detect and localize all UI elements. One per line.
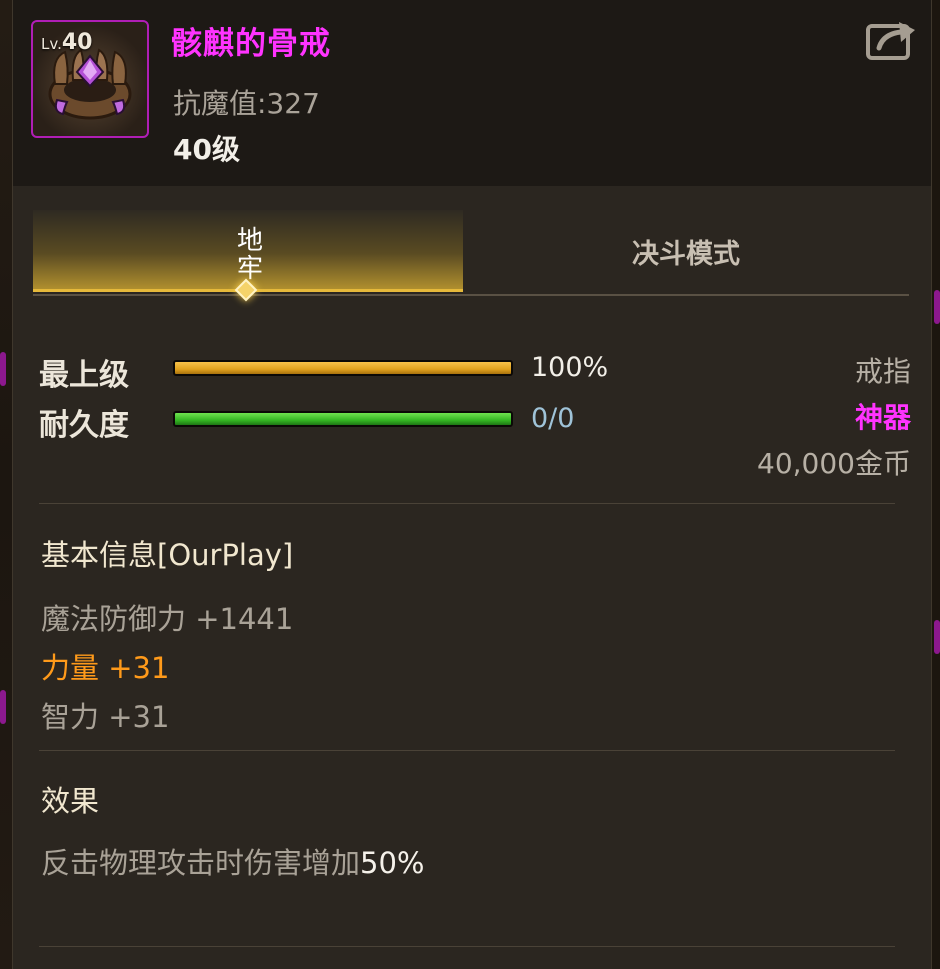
effect-value: 50%: [360, 846, 425, 880]
section-divider: [39, 503, 895, 504]
top-grade-value: 100%: [531, 352, 609, 383]
section-divider: [39, 750, 895, 751]
background-glow: [0, 352, 6, 386]
top-grade-label: 最上级: [39, 358, 129, 393]
magic-resist-value: 抗魔值:327: [173, 87, 320, 120]
item-rarity: 神器: [854, 401, 911, 434]
level-badge-value: 40: [61, 30, 93, 55]
item-icon-frame: Lv.40: [31, 20, 149, 138]
top-grade-bar-fill: [175, 362, 511, 374]
attribute-intelligence: 智力 +31: [41, 700, 170, 734]
share-icon: [866, 22, 915, 60]
background-glow: [0, 690, 6, 724]
background-edge-right: [932, 0, 940, 969]
item-price: 40,000金币: [757, 447, 911, 480]
tab-dungeon[interactable]: 地牢: [33, 210, 463, 302]
item-slot-type: 戒指: [854, 355, 911, 388]
section-divider: [39, 946, 895, 947]
mode-tabs: 地牢 决斗模式: [33, 210, 909, 302]
effect-text: 反击物理攻击时伤害增加: [41, 846, 361, 880]
item-name: 骸麒的骨戒: [171, 26, 331, 62]
top-grade-bar: [173, 360, 513, 376]
effect-description: 反击物理攻击时伤害增加50%: [41, 840, 424, 882]
item-level-badge: Lv.40: [41, 30, 92, 55]
tab-dungeon-label: 地牢: [232, 225, 263, 282]
background-glow: [934, 620, 940, 654]
background-glow: [934, 290, 940, 324]
item-level-requirement: 40级: [173, 133, 240, 166]
basic-info-title: 基本信息[OurPlay]: [41, 538, 294, 572]
background-edge-left: [0, 0, 12, 969]
durability-bar: [173, 411, 513, 427]
item-tooltip-panel: Lv.40 骸麒的骨戒 抗魔值:327 40级 地牢 决斗模式 最上级 100%…: [12, 0, 932, 969]
effect-title: 效果: [41, 784, 100, 818]
tab-duel-mode-label: 决斗模式: [632, 238, 740, 270]
durability-bar-fill: [175, 413, 511, 425]
tab-duel-mode[interactable]: 决斗模式: [463, 210, 909, 292]
active-tab-marker-icon: [234, 278, 258, 302]
durability-label: 耐久度: [39, 408, 129, 443]
share-button[interactable]: [865, 16, 917, 64]
attribute-strength: 力量 +31: [41, 651, 170, 685]
attribute-magic-defense: 魔法防御力 +1441: [41, 602, 294, 636]
item-header: Lv.40 骸麒的骨戒 抗魔值:327 40级: [13, 0, 931, 186]
durability-value: 0/0: [531, 403, 575, 434]
level-badge-prefix: Lv.: [41, 35, 62, 53]
